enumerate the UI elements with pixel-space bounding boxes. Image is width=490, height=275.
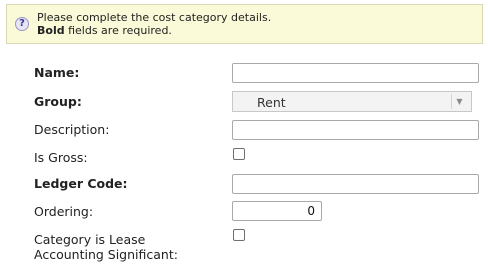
group-select-value: Rent <box>257 95 286 110</box>
group-label: Group: <box>34 94 82 109</box>
ledger-code-input[interactable] <box>232 174 479 194</box>
help-question-icon: ? <box>15 17 29 31</box>
lease-significant-checkbox[interactable] <box>233 229 245 241</box>
dropdown-arrow-icon[interactable]: ▼ <box>451 94 467 109</box>
ordering-input[interactable]: 0 <box>232 201 322 221</box>
lease-significant-label: Category is Lease Accounting Significant… <box>34 232 178 262</box>
notice-line-2-rest: fields are required. <box>64 24 172 37</box>
description-label: Description: <box>34 122 110 137</box>
ordering-label: Ordering: <box>34 204 94 219</box>
description-input[interactable] <box>232 120 479 140</box>
notice-line-2: Bold fields are required. <box>37 24 271 37</box>
group-select[interactable]: Rent ▼ <box>232 91 472 112</box>
is-gross-checkbox[interactable] <box>233 148 245 160</box>
ledger-code-label: Ledger Code: <box>34 176 128 191</box>
info-notice: ? Please complete the cost category deta… <box>6 4 483 44</box>
lease-label-line-1: Category is Lease <box>34 232 146 247</box>
notice-line-1: Please complete the cost category detail… <box>37 11 272 24</box>
name-input[interactable] <box>232 63 479 83</box>
is-gross-label: Is Gross: <box>34 150 88 165</box>
lease-label-line-2: Accounting Significant: <box>34 247 178 262</box>
notice-bold-word: Bold <box>37 24 65 37</box>
name-label: Name: <box>34 65 80 80</box>
notice-text: Please complete the cost category detail… <box>37 11 271 37</box>
